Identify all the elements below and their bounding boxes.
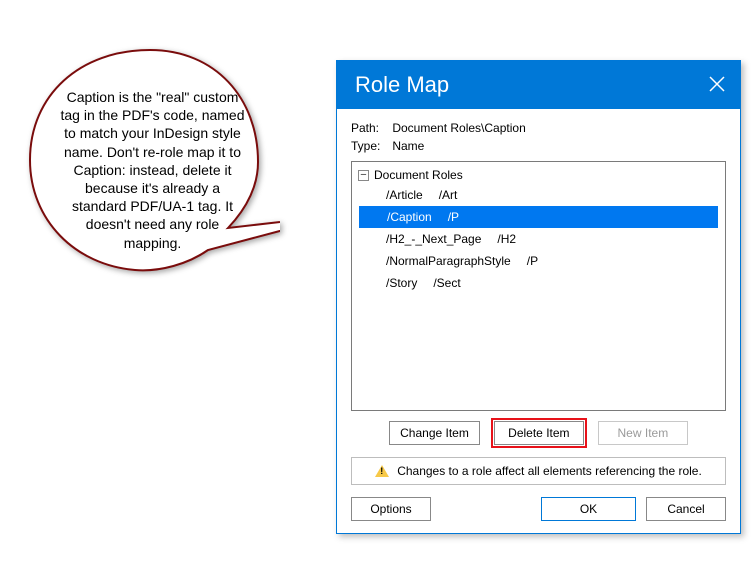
type-value: Name — [392, 139, 424, 153]
tree-row[interactable]: /Article/Art — [358, 184, 719, 206]
tree-row-value: /Art — [439, 188, 458, 202]
cancel-button[interactable]: Cancel — [646, 497, 726, 521]
tree-row-key: /Story — [386, 276, 417, 290]
ok-button[interactable]: OK — [541, 497, 636, 521]
warning-icon — [375, 465, 389, 477]
options-button[interactable]: Options — [351, 497, 431, 521]
tree-root-label: Document Roles — [374, 168, 463, 182]
tree-row[interactable]: /Story/Sect — [358, 272, 719, 294]
type-label: Type: — [351, 139, 389, 153]
item-buttons-row: Change Item Delete Item New Item — [351, 421, 726, 445]
tree-row[interactable]: /H2_-_Next_Page/H2 — [358, 228, 719, 250]
tree-row-value: /H2 — [497, 232, 516, 246]
dialog-title: Role Map — [355, 72, 449, 98]
close-icon[interactable] — [708, 75, 726, 96]
tree-row[interactable]: /NormalParagraphStyle/P — [358, 250, 719, 272]
tree-root-row[interactable]: − Document Roles — [358, 166, 719, 184]
tree-row-key: /H2_-_Next_Page — [386, 232, 481, 246]
dialog-body: Path: Document Roles\Caption Type: Name … — [337, 109, 740, 533]
notice-text: Changes to a role affect all elements re… — [397, 464, 702, 478]
tree-row-value: /P — [527, 254, 538, 268]
tree-row-key: /Caption — [387, 210, 432, 224]
notice-bar: Changes to a role affect all elements re… — [351, 457, 726, 485]
tree-row[interactable]: /Caption/P — [359, 206, 718, 228]
delete-item-button[interactable]: Delete Item — [494, 421, 584, 445]
change-item-button[interactable]: Change Item — [389, 421, 480, 445]
path-value: Document Roles\Caption — [392, 121, 525, 135]
tree-row-key: /NormalParagraphStyle — [386, 254, 511, 268]
titlebar: Role Map — [337, 61, 740, 109]
new-item-button: New Item — [598, 421, 688, 445]
dialog-footer: Options OK Cancel — [351, 497, 726, 521]
collapse-icon[interactable]: − — [358, 170, 369, 181]
path-row: Path: Document Roles\Caption — [351, 121, 726, 135]
role-tree[interactable]: − Document Roles /Article/Art/Caption/P/… — [351, 161, 726, 411]
tree-row-value: /P — [448, 210, 459, 224]
annotation-callout: Caption is the "real" custom tag in the … — [20, 40, 280, 300]
tree-row-value: /Sect — [433, 276, 460, 290]
role-map-dialog: Role Map Path: Document Roles\Caption Ty… — [336, 60, 741, 534]
tree-row-key: /Article — [386, 188, 423, 202]
annotation-text: Caption is the "real" custom tag in the … — [60, 88, 245, 252]
path-label: Path: — [351, 121, 389, 135]
type-row: Type: Name — [351, 139, 726, 153]
